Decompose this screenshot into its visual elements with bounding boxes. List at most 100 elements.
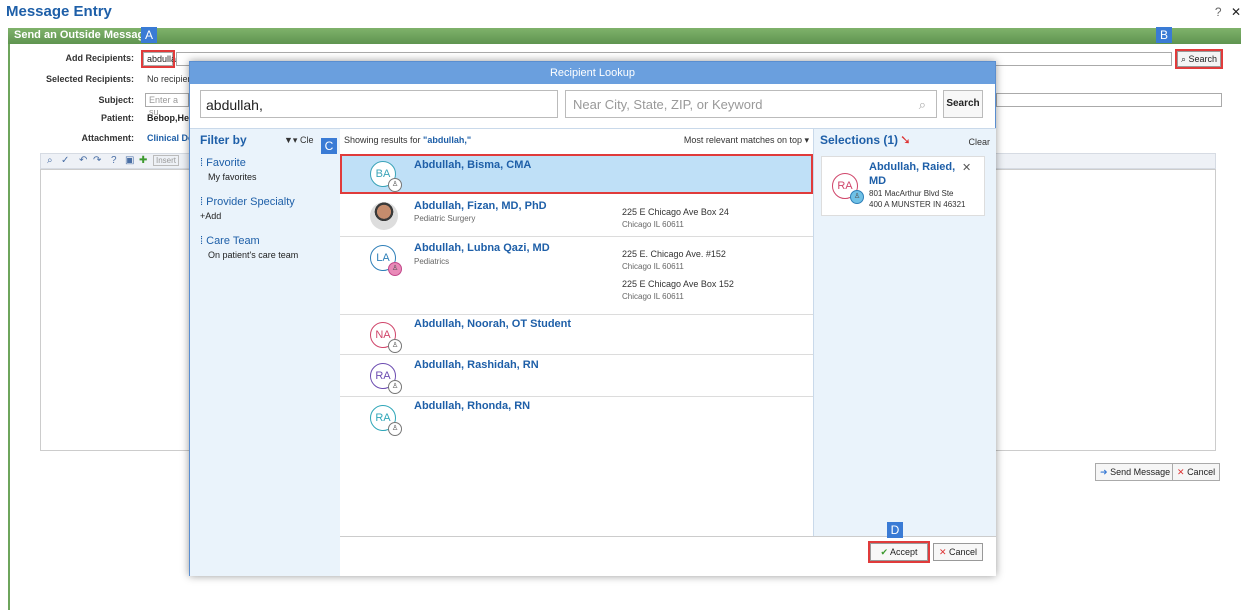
search-button[interactable]: ⌕ Search — [1175, 49, 1223, 69]
selection-address-2: 400 A MUNSTER IN 46321 — [869, 200, 966, 209]
result-name: Abdullah, Fizan, MD, PhD — [414, 200, 547, 212]
attachment-link[interactable]: Clinical Do — [147, 133, 194, 143]
redo-icon[interactable]: ↷ — [93, 155, 101, 166]
selection-name: Abdullah, Raied, — [869, 161, 956, 173]
recipient-search-input[interactable]: abdullah, — [200, 90, 558, 118]
attachment-label: Attachment: — [81, 133, 134, 143]
result-specialty: Pediatrics — [414, 257, 450, 266]
accept-button[interactable]: ✔ Accept — [868, 541, 930, 563]
filter-section-label: Provider Specialty — [206, 196, 295, 208]
undo-icon[interactable]: ↶ — [79, 155, 87, 166]
avatar: RA ♙ — [370, 363, 402, 394]
filter-add-specialty[interactable]: +Add — [200, 211, 221, 221]
cancel-x-icon: ✕ — [1177, 467, 1185, 477]
subject-input[interactable]: Enter a su — [145, 93, 189, 117]
frame-border — [8, 44, 10, 610]
modal-cancel-button[interactable]: ✕ Cancel — [933, 543, 983, 561]
avatar: RA ♙ — [370, 405, 402, 436]
provider-badge-icon: ♙ — [388, 262, 402, 276]
filter-panel: Filter by ▼▾ Cle ⁞ Favorite My favorites… — [190, 128, 340, 576]
subject-input-right[interactable] — [996, 93, 1222, 107]
insert-field[interactable]: Insert — [153, 155, 180, 166]
accept-label: Accept — [890, 547, 918, 557]
result-name: Abdullah, Rashidah, RN — [414, 359, 539, 371]
search-button-label: Search — [1188, 54, 1218, 64]
avatar-initials: BA — [375, 168, 391, 180]
filter-section-label: Favorite — [206, 157, 246, 169]
annotation-badge-a: A — [141, 27, 157, 43]
spellcheck-icon[interactable]: ✓ — [61, 155, 69, 166]
cancel-x-icon: ✕ — [938, 547, 947, 557]
filter-tools[interactable]: ▼▾ Cle — [284, 135, 313, 146]
selections-panel: Selections (1) Clear ➘ RA ♙ Abdullah, Ra… — [813, 128, 996, 576]
filter-clear[interactable]: Cle — [300, 135, 314, 145]
result-row[interactable]: NA ♙ Abdullah, Noorah, OT Student — [340, 315, 813, 355]
result-row[interactable]: RA ♙ Abdullah, Rhonda, RN — [340, 397, 813, 437]
add-icon[interactable]: ✚ — [139, 155, 147, 166]
selections-clear[interactable]: Clear — [968, 137, 990, 147]
help-box-icon[interactable]: ? — [111, 155, 117, 166]
cancel-button[interactable]: ✕ Cancel — [1172, 463, 1221, 481]
results-header: Showing results for "abdullah," — [344, 135, 471, 145]
result-city: Chicago IL 60611 — [622, 262, 684, 271]
results-query: "abdullah," — [423, 135, 472, 145]
location-input[interactable]: Near City, State, ZIP, or Keyword ⌕ — [565, 90, 937, 118]
filter-item-my-favorites[interactable]: My favorites — [208, 172, 257, 182]
modal-search-button[interactable]: Search — [943, 90, 983, 118]
send-arrow-icon: ➜ — [1100, 467, 1108, 477]
result-address: 225 E Chicago Ave Box 24 — [622, 207, 729, 217]
avatar-initials: RA — [837, 180, 853, 192]
modal-title: Recipient Lookup — [190, 62, 995, 84]
find-icon[interactable]: ⌕ — [47, 155, 53, 166]
close-icon[interactable]: ✕ — [1231, 5, 1241, 19]
annotation-arrow-icon: ➘ — [900, 132, 911, 147]
result-city: Chicago IL 60611 — [622, 220, 684, 229]
cancel-label: Cancel — [1187, 467, 1216, 477]
result-row[interactable]: LA ♙ Abdullah, Lubna Qazi, MD Pediatrics… — [340, 237, 813, 315]
result-name: Abdullah, Noorah, OT Student — [414, 318, 572, 330]
subject-label: Subject: — [98, 95, 134, 105]
avatar: LA ♙ — [370, 245, 402, 276]
help-icon[interactable]: ? — [1215, 5, 1222, 19]
result-row[interactable]: RA ♙ Abdullah, Rashidah, RN — [340, 355, 813, 397]
filter-section-care-team[interactable]: ⁞ Care Team — [200, 235, 260, 247]
search-icon: ⌕ — [918, 97, 926, 112]
add-recipients-input[interactable]: abdullah, — [141, 50, 184, 68]
result-address: 225 E Chicago Ave Box 152 — [622, 279, 734, 289]
modal-cancel-label: Cancel — [949, 547, 978, 557]
check-icon: ✔ — [880, 547, 888, 557]
filter-section-favorite[interactable]: ⁞ Favorite — [200, 157, 246, 169]
format-icon[interactable]: ▣ — [125, 155, 134, 166]
filter-section-provider-specialty[interactable]: ⁞ Provider Specialty — [200, 196, 295, 208]
filter-funnel-icon[interactable]: ▼▾ — [284, 135, 297, 145]
avatar-initials: RA — [375, 370, 391, 382]
results-prefix: Showing results for — [344, 135, 424, 145]
section-header-label: Send an Outside Message — [14, 29, 151, 41]
filter-item-care-team[interactable]: On patient's care team — [208, 250, 298, 260]
selections-title: Selections (1) — [820, 133, 899, 147]
avatar-initials: RA — [375, 412, 391, 424]
patient-label: Patient: — [100, 113, 134, 123]
window-title: Message Entry — [6, 3, 112, 20]
provider-badge-icon: ♙ — [388, 339, 402, 353]
sort-dropdown[interactable]: Most relevant matches on top ▾ — [684, 135, 809, 146]
window-controls: ? ✕ — [1209, 5, 1241, 19]
avatar: RA ♙ — [832, 173, 864, 204]
result-city: Chicago IL 60611 — [622, 292, 684, 301]
selection-address: 801 MacArthur Blvd Ste — [869, 189, 954, 198]
result-row[interactable]: BA ♙ Abdullah, Bisma, CMA — [340, 154, 813, 194]
selection-card[interactable]: RA ♙ Abdullah, Raied, MD ✕ 801 MacArthur… — [821, 156, 985, 216]
annotation-badge-d: D — [887, 522, 903, 538]
avatar: BA ♙ — [370, 161, 402, 192]
provider-badge-icon: ♙ — [388, 178, 402, 192]
result-name: Abdullah, Bisma, CMA — [414, 159, 532, 171]
filter-by-heading: Filter by — [200, 133, 247, 147]
result-row[interactable]: Abdullah, Fizan, MD, PhD Pediatric Surge… — [340, 194, 813, 237]
result-address: 225 E. Chicago Ave. #152 — [622, 249, 726, 259]
section-header: Send an Outside Message — [8, 28, 1241, 44]
send-message-button[interactable]: ➜ Send Message — [1095, 463, 1176, 481]
remove-selection-icon[interactable]: ✕ — [962, 161, 971, 174]
avatar-initials: LA — [376, 252, 390, 264]
selected-recipients-label: Selected Recipients: — [45, 74, 134, 84]
recipient-lookup-modal: Recipient Lookup abdullah, Near City, St… — [189, 61, 996, 576]
